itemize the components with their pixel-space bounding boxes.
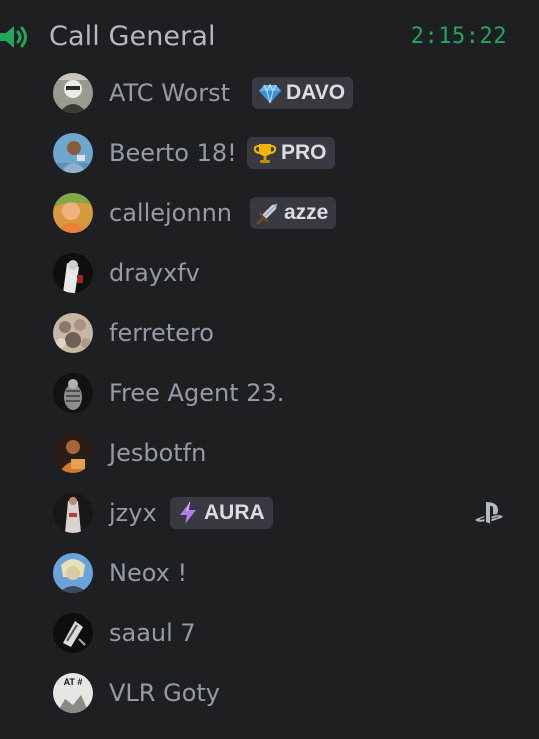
voice-member[interactable]: Jesbotfn (0, 423, 539, 483)
member-name: Neox ! (109, 559, 188, 587)
member-name: VLR Goty (109, 679, 220, 707)
voice-member[interactable]: Neox ! (0, 543, 539, 603)
voice-member[interactable]: AT # VLR Goty (0, 663, 539, 723)
sword-icon (256, 203, 278, 225)
avatar (53, 133, 93, 173)
gem-icon (259, 83, 281, 104)
voice-member[interactable]: jzyx AURA (0, 483, 539, 543)
avatar (53, 433, 93, 473)
avatar: AT # (53, 673, 93, 713)
member-tag[interactable]: azze (250, 197, 337, 229)
voice-member[interactable]: Free Agent 23. (0, 363, 539, 423)
member-tag[interactable]: DAVO (252, 77, 354, 109)
member-name: saaul 7 (109, 619, 196, 647)
tag-label: AURA (204, 501, 265, 524)
avatar (53, 553, 93, 593)
voice-member[interactable]: callejonnn azze (0, 183, 539, 243)
avatar (53, 493, 93, 533)
member-name: drayxfv (109, 259, 200, 287)
avatar (53, 373, 93, 413)
member-name: callejonnn (109, 199, 232, 227)
voice-member[interactable]: saaul 7 (0, 603, 539, 663)
voice-member[interactable]: ferretero (0, 303, 539, 363)
avatar-text: AT # (64, 677, 83, 687)
avatar (53, 613, 93, 653)
voice-member-list: ATC Worst DAVO Beerto 18! PRO callejonnn… (0, 63, 539, 723)
voice-member[interactable]: ATC Worst DAVO (0, 63, 539, 123)
avatar (53, 253, 93, 293)
member-name: Free Agent 23. (109, 379, 285, 407)
member-name: ferretero (109, 319, 214, 347)
member-name: Beerto 18! (109, 139, 237, 167)
voice-channel-panel: Call General 2:15:22 ATC Worst DAVO Beer… (0, 0, 539, 739)
lightning-icon (180, 501, 196, 524)
channel-name: Call General (49, 21, 216, 52)
member-name: ATC Worst (109, 79, 230, 107)
tag-label: DAVO (286, 81, 346, 104)
tag-label: azze (284, 201, 329, 224)
speaker-icon (0, 26, 27, 48)
avatar (53, 313, 93, 353)
avatar (53, 73, 93, 113)
member-tag[interactable]: AURA (170, 497, 273, 529)
voice-member[interactable]: Beerto 18! PRO (0, 123, 539, 183)
tag-label: PRO (281, 141, 327, 164)
trophy-icon (253, 144, 277, 163)
call-timer: 2:15:22 (410, 24, 507, 49)
member-name: Jesbotfn (109, 439, 207, 467)
avatar (53, 193, 93, 233)
playstation-icon (475, 502, 503, 524)
voice-channel-header[interactable]: Call General 2:15:22 (0, 18, 539, 58)
member-name: jzyx (109, 499, 157, 527)
voice-member[interactable]: drayxfv (0, 243, 539, 303)
member-tag[interactable]: PRO (247, 137, 335, 169)
